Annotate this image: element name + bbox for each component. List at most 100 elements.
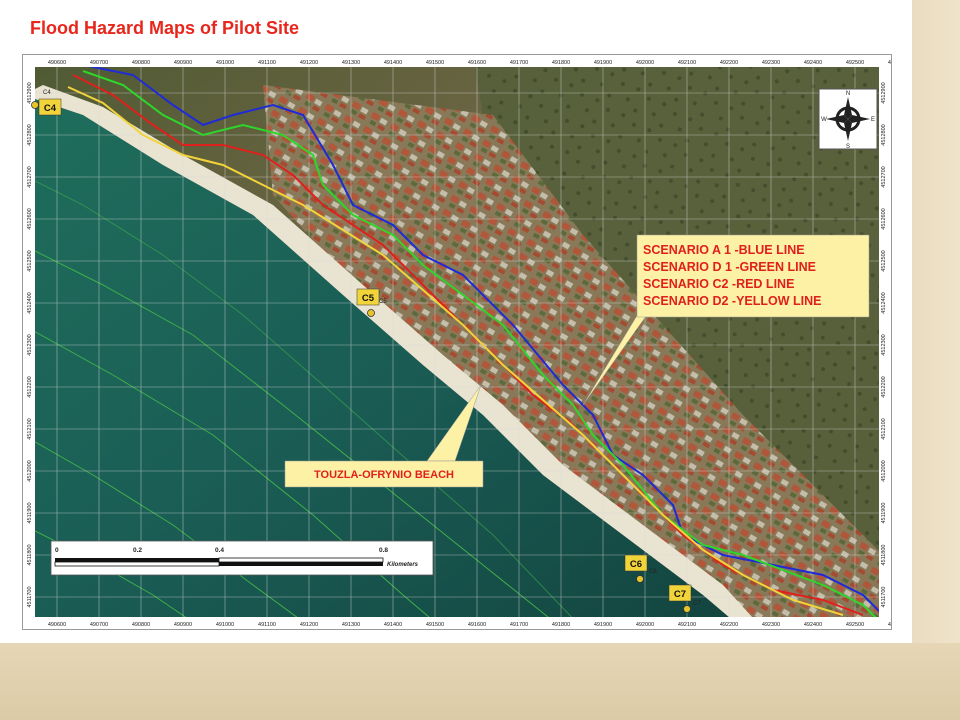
x-tick-label: 491300 bbox=[342, 60, 360, 66]
y-tick-label: 4511700 bbox=[27, 586, 33, 607]
x-tick-label: 491700 bbox=[510, 60, 528, 66]
flood-hazard-map: 490600 490700 490800 490900 491000 491100 4912… bbox=[22, 54, 892, 630]
y-tick-label: 4512600 bbox=[27, 208, 33, 229]
x-tick-label: 491000 bbox=[216, 60, 234, 66]
x-tick-label: 492300 bbox=[762, 60, 780, 66]
scale-label-0: 0 bbox=[55, 547, 59, 554]
x-tick-label: 492300 bbox=[762, 622, 780, 628]
y-tick-label: 4511800 bbox=[27, 544, 33, 565]
page-title: Flood Hazard Maps of Pilot Site bbox=[30, 18, 300, 38]
y-tick-label: 4512300 bbox=[881, 334, 887, 355]
point-c4-label: C4 bbox=[44, 103, 57, 114]
y-tick-label: 4512700 bbox=[27, 166, 33, 187]
x-tick-label: 490800 bbox=[132, 60, 150, 66]
decorative-bottom-band bbox=[0, 643, 960, 720]
compass-n: N bbox=[846, 91, 850, 97]
compass-s: S bbox=[846, 144, 850, 150]
x-axis-top-labels: 490600 490700 490800 490900 491000 491100 4912… bbox=[48, 60, 891, 66]
scale-label-02: 0.2 bbox=[133, 547, 142, 554]
x-tick-label: 491800 bbox=[552, 60, 570, 66]
x-tick-label: 492200 bbox=[720, 60, 738, 66]
x-tick-label: 492400 bbox=[804, 60, 822, 66]
x-axis-bottom-labels: 490600 490700 490800 490900 491000 491100 4912… bbox=[48, 622, 891, 628]
x-tick-label: 491400 bbox=[384, 622, 402, 628]
point-c6-small-label: C6 bbox=[649, 569, 657, 575]
x-tick-label: 490600 bbox=[48, 622, 66, 628]
y-tick-label: 4512900 bbox=[881, 82, 887, 103]
point-c7-small-label: C7 bbox=[693, 601, 701, 607]
x-tick-label: 491100 bbox=[258, 622, 276, 628]
x-tick-label: 490600 bbox=[48, 60, 66, 66]
x-tick-label: 491700 bbox=[510, 622, 528, 628]
y-tick-label: 4512200 bbox=[881, 376, 887, 397]
x-tick-label: 491600 bbox=[468, 622, 486, 628]
point-c4-small-label: C4 bbox=[43, 90, 51, 96]
x-tick-label: 492600 bbox=[888, 622, 891, 628]
x-tick-label: 491400 bbox=[384, 60, 402, 66]
y-tick-label: 4511800 bbox=[881, 544, 887, 565]
x-tick-label: 491100 bbox=[258, 60, 276, 66]
x-tick-label: 492100 bbox=[678, 60, 696, 66]
scale-label-04: 0.4 bbox=[215, 547, 224, 554]
y-tick-label: 4512800 bbox=[881, 124, 887, 145]
compass-rose: N S W E bbox=[818, 88, 878, 150]
point-c6-label: C6 bbox=[630, 559, 642, 570]
x-tick-label: 490700 bbox=[90, 60, 108, 66]
compass-w: W bbox=[821, 117, 827, 123]
x-tick-label: 492100 bbox=[678, 622, 696, 628]
beach-label: TOUZLA-OFRYNIO BEACH bbox=[314, 469, 454, 481]
y-tick-label: 4512500 bbox=[27, 250, 33, 271]
x-tick-label: 491900 bbox=[594, 60, 612, 66]
x-tick-label: 492200 bbox=[720, 622, 738, 628]
y-tick-label: 4512000 bbox=[881, 460, 887, 481]
point-c7-label: C7 bbox=[674, 589, 686, 600]
x-tick-label: 491300 bbox=[342, 622, 360, 628]
scale-label-08: 0.8 bbox=[379, 547, 388, 554]
scale-bar: 0 0.2 0.4 0.8 Kilometers bbox=[50, 540, 434, 576]
x-tick-label: 491200 bbox=[300, 622, 318, 628]
x-tick-label: 490700 bbox=[90, 622, 108, 628]
y-tick-label: 4512000 bbox=[27, 460, 33, 481]
point-c5-label: C5 bbox=[362, 293, 375, 304]
map-canvas: 490600 490700 490800 490900 491000 491100 4912… bbox=[23, 55, 891, 629]
y-tick-label: 4512700 bbox=[881, 166, 887, 187]
x-tick-label: 492000 bbox=[636, 60, 654, 66]
x-tick-label: 491900 bbox=[594, 622, 612, 628]
x-tick-label: 491000 bbox=[216, 622, 234, 628]
y-tick-label: 4512400 bbox=[27, 292, 33, 313]
compass-e: E bbox=[871, 117, 875, 123]
y-tick-label: 4512100 bbox=[27, 418, 33, 439]
x-tick-label: 490900 bbox=[174, 60, 192, 66]
x-tick-label: 492500 bbox=[846, 622, 864, 628]
x-tick-label: 491800 bbox=[552, 622, 570, 628]
y-tick-label: 4512200 bbox=[27, 376, 33, 397]
y-tick-label: 4512500 bbox=[881, 250, 887, 271]
y-tick-label: 4512300 bbox=[27, 334, 33, 355]
y-tick-label: 4512100 bbox=[881, 418, 887, 439]
y-tick-label: 4512800 bbox=[27, 124, 33, 145]
x-tick-label: 492600 bbox=[888, 60, 891, 66]
x-tick-label: 492000 bbox=[636, 622, 654, 628]
y-tick-label: 4511900 bbox=[881, 502, 887, 523]
legend-line-green: SCENARIO D 1 -GREEN LINE bbox=[643, 260, 816, 274]
y-tick-label: 4512600 bbox=[881, 208, 887, 229]
y-tick-label: 4512900 bbox=[27, 82, 33, 103]
x-tick-label: 491200 bbox=[300, 60, 318, 66]
top-axis-bar bbox=[23, 55, 891, 67]
scale-unit: Kilometers bbox=[387, 562, 419, 568]
x-tick-label: 492500 bbox=[846, 60, 864, 66]
y-tick-label: 4512400 bbox=[881, 292, 887, 313]
x-tick-label: 492400 bbox=[804, 622, 822, 628]
y-tick-label: 4511700 bbox=[881, 586, 887, 607]
legend-line-yellow: SCENARIO D2 -YELLOW LINE bbox=[643, 294, 821, 308]
x-tick-label: 491500 bbox=[426, 622, 444, 628]
x-tick-label: 490900 bbox=[174, 622, 192, 628]
legend-line-blue: SCENARIO A 1 -BLUE LINE bbox=[643, 243, 805, 257]
point-c5-small-label: C5 bbox=[379, 299, 387, 305]
x-tick-label: 491600 bbox=[468, 60, 486, 66]
legend-line-red: SCENARIO C2 -RED LINE bbox=[643, 277, 794, 291]
x-tick-label: 490800 bbox=[132, 622, 150, 628]
decorative-side-band bbox=[912, 0, 960, 720]
y-tick-label: 4511900 bbox=[27, 502, 33, 523]
x-tick-label: 491500 bbox=[426, 60, 444, 66]
